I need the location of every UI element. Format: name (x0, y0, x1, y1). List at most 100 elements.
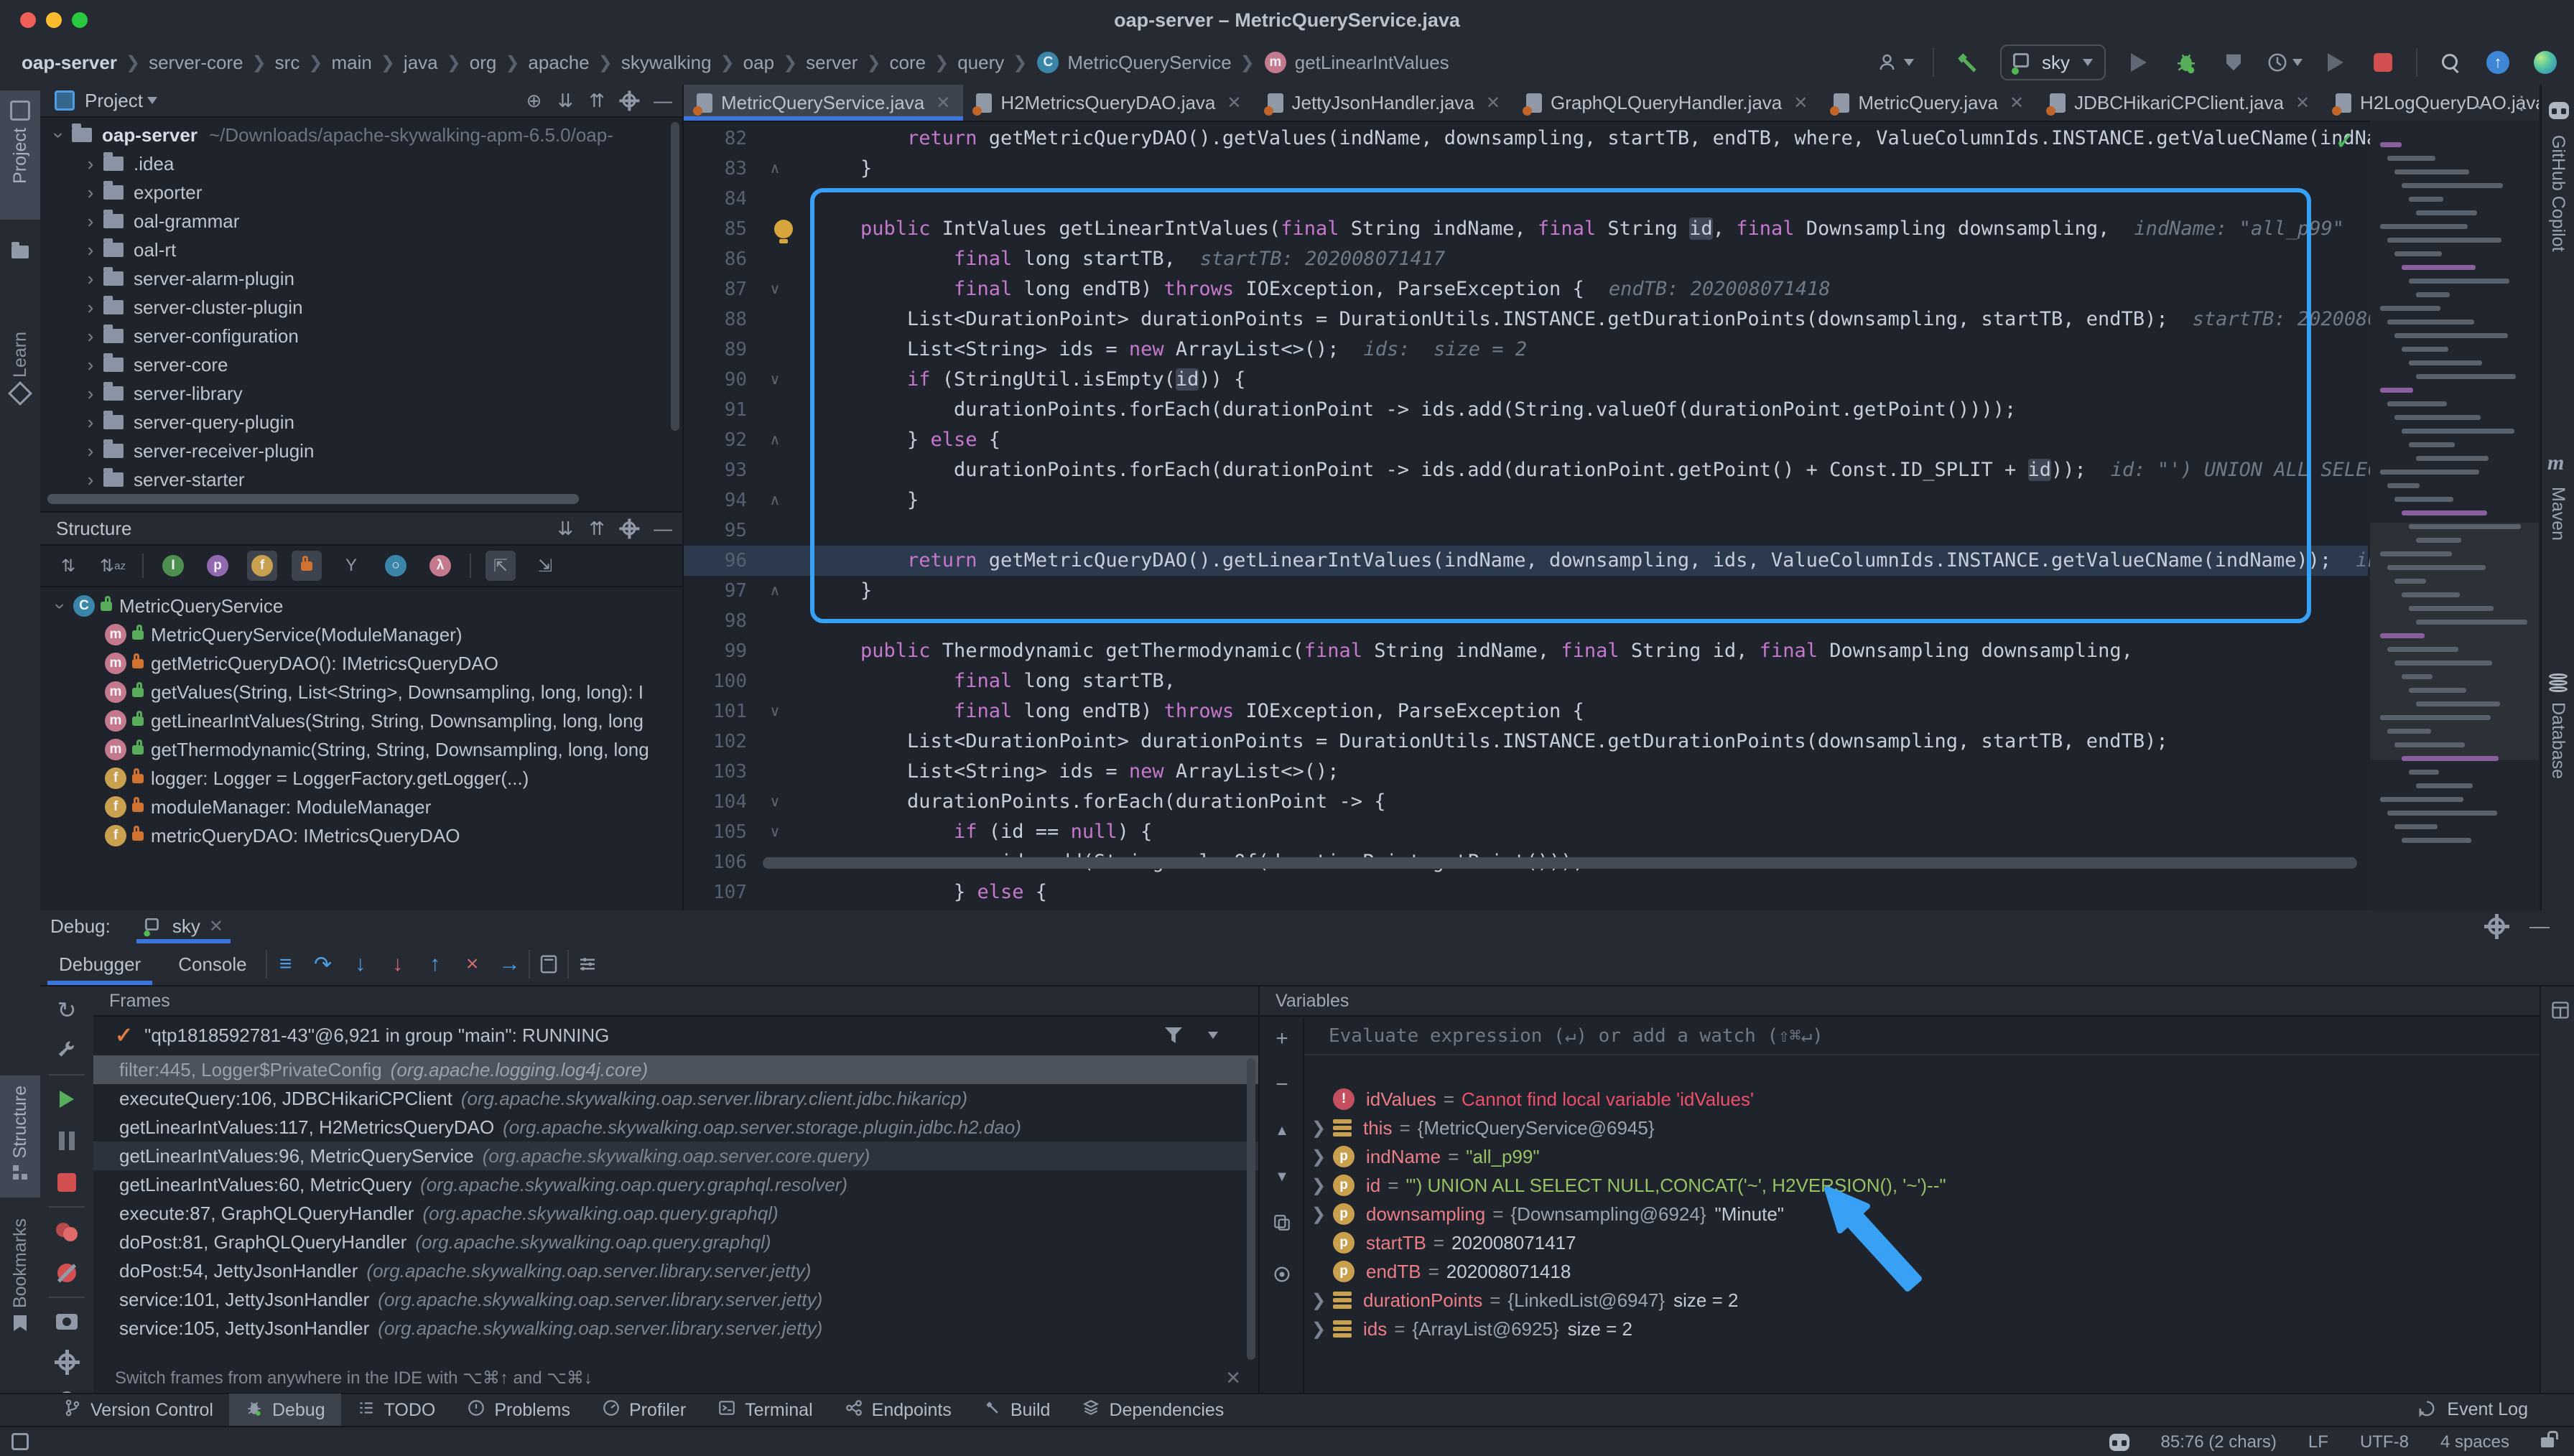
move-up-icon[interactable]: ▲ (1270, 1119, 1294, 1143)
force-step-into-icon[interactable]: ↓ (379, 948, 417, 981)
locate-file-icon[interactable]: ⊕ (526, 90, 542, 112)
copilot-status-icon[interactable] (2109, 1434, 2129, 1451)
chevron-right-icon[interactable]: › (82, 153, 99, 175)
fold-marker[interactable]: ∧ (764, 154, 786, 184)
editor-tab[interactable]: GraphQLQueryHandler.java✕ (1513, 85, 1821, 121)
code-line[interactable]: } (814, 576, 872, 606)
tab-debugger[interactable]: Debugger (40, 943, 159, 985)
line-number[interactable]: 92 (684, 425, 747, 455)
editor-tab[interactable]: MetricQueryService.java✕ (684, 85, 963, 121)
line-number[interactable]: 93 (684, 455, 747, 485)
run-configuration-select[interactable]: sky (2000, 45, 2106, 80)
show-execution-point-icon[interactable]: ≡ (267, 948, 305, 981)
restore-layout-icon[interactable] (2544, 994, 2574, 1027)
tab-console[interactable]: Console (159, 943, 265, 985)
breadcrumb-item[interactable]: main (331, 52, 371, 74)
line-number[interactable]: 88 (684, 304, 747, 335)
tree-row-folder[interactable]: ›.idea (40, 149, 684, 178)
rerun-button[interactable] (2321, 47, 2350, 78)
gear-icon[interactable] (2488, 918, 2505, 935)
sort-alphabetically-icon[interactable]: ⇅az (98, 551, 128, 581)
chevron-down-icon[interactable] (147, 97, 157, 104)
variable-row-downsampling[interactable]: ❯pdownsampling={Downsampling@6924}"Minut… (1304, 1200, 2540, 1228)
line-number[interactable]: 105 (684, 817, 747, 847)
line-number[interactable]: 83 (684, 154, 747, 184)
close-icon[interactable]: ✕ (209, 916, 223, 937)
step-into-icon[interactable]: ↓ (342, 948, 379, 981)
bottom-bar-item-dependencies[interactable]: Dependencies (1066, 1394, 1240, 1427)
variable-row-id[interactable]: ❯pid="') UNION ALL SELECT NULL,CONCAT('~… (1304, 1171, 2540, 1200)
frame-row[interactable]: service:101, JettyJsonHandler(org.apache… (93, 1285, 1258, 1314)
close-icon[interactable]: ✕ (1486, 93, 1500, 113)
chevron-right-icon[interactable]: › (82, 182, 99, 204)
users-icon[interactable] (1878, 47, 1914, 78)
step-over-icon[interactable]: ↷ (305, 948, 342, 981)
chevron-right-icon[interactable]: › (82, 268, 99, 290)
debug-settings-icon[interactable] (50, 1345, 83, 1378)
line-number[interactable]: 104 (684, 787, 747, 817)
debug-session-tab[interactable]: sky ✕ (136, 910, 231, 942)
tree-row-folder[interactable]: ›oal-grammar (40, 207, 684, 235)
breadcrumb-item[interactable]: src (275, 52, 300, 74)
fold-marker[interactable]: ∧ (764, 576, 786, 606)
structure-member[interactable]: mgetMetricQueryDAO(): IMetricsQueryDAO (40, 649, 684, 678)
line-number[interactable]: 86 (684, 244, 747, 274)
breadcrumb-item[interactable]: java (404, 52, 438, 74)
hide-panel-icon[interactable]: — (2529, 915, 2550, 938)
line-number[interactable]: 98 (684, 606, 747, 636)
line-number[interactable]: 91 (684, 395, 747, 425)
bottom-bar-item-debug[interactable]: Debug (229, 1394, 341, 1427)
resume-icon[interactable] (50, 1083, 83, 1116)
gradle-sphere-icon[interactable] (2531, 47, 2560, 78)
fold-marker[interactable]: ∨ (764, 696, 786, 727)
variable-row-this[interactable]: ❯this={MetricQueryService@6945} (1304, 1114, 2540, 1142)
line-number[interactable]: 85 (684, 214, 747, 244)
sidebar-item-bookmarks[interactable]: Bookmarks (0, 1208, 40, 1345)
show-anonymous-icon[interactable]: Y (336, 551, 366, 581)
line-number[interactable]: 90 (684, 365, 747, 395)
close-icon[interactable]: ✕ (1225, 1367, 1241, 1389)
show-inherited-icon[interactable]: I (158, 551, 188, 581)
chevron-down-icon[interactable]: ⌄ (2472, 92, 2488, 114)
maven-icon[interactable]: m (2547, 451, 2564, 475)
gear-icon[interactable] (622, 93, 636, 107)
chevron-right-icon[interactable]: ❯ (1304, 1175, 1333, 1196)
code-line[interactable]: final long endTB) throws IOException, Pa… (814, 696, 1584, 727)
code-line[interactable]: if (StringUtil.isEmpty(id)) { (814, 365, 1245, 395)
stop-button[interactable] (2369, 47, 2397, 78)
thread-selector[interactable]: ✓ "qtp1818592781-43"@6,921 in group "mai… (93, 1018, 1258, 1053)
line-number[interactable]: 89 (684, 335, 747, 365)
indent-setting[interactable]: 4 spaces (2440, 1432, 2509, 1452)
line-number[interactable]: 97 (684, 576, 747, 606)
hide-panel-icon[interactable]: — (654, 90, 672, 112)
bottom-bar-item-terminal[interactable]: Terminal (702, 1394, 828, 1427)
fold-marker[interactable]: ∧ (764, 485, 786, 515)
tree-row-folder[interactable]: ›server-query-plugin (40, 408, 684, 437)
minimap[interactable] (2370, 121, 2539, 910)
frame-row[interactable]: getLinearIntValues:96, MetricQueryServic… (93, 1142, 1258, 1170)
coverage-button[interactable] (2219, 47, 2248, 78)
project-panel-title[interactable]: Project (85, 90, 143, 112)
frame-row[interactable]: getLinearIntValues:60, MetricQuery(org.a… (93, 1170, 1258, 1199)
chevron-right-icon[interactable]: › (82, 383, 99, 405)
caret-position[interactable]: 85:76 (2 chars) (2161, 1432, 2277, 1452)
breadcrumb-item[interactable]: oap (743, 52, 774, 74)
step-out-icon[interactable]: ↑ (417, 948, 454, 981)
view-breakpoints-icon[interactable] (50, 1215, 83, 1248)
tree-row-folder[interactable]: ›server-receiver-plugin (40, 437, 684, 465)
show-properties-icon[interactable]: p (203, 551, 233, 581)
intention-bulb-icon[interactable] (774, 220, 793, 238)
breadcrumb-item[interactable]: org (470, 52, 497, 74)
breadcrumb-method[interactable]: getLinearIntValues (1295, 52, 1449, 74)
variable-row-indName[interactable]: ❯pindName="all_p99" (1304, 1142, 2540, 1171)
run-button[interactable] (2124, 47, 2153, 78)
line-number[interactable]: 100 (684, 666, 747, 696)
line-number[interactable]: 106 (684, 847, 747, 877)
collapse-all-icon[interactable]: ⇈ (589, 90, 605, 112)
autoscroll-to-source-icon[interactable]: ⇱ (485, 551, 516, 581)
chevron-right-icon[interactable]: ❯ (1304, 1204, 1333, 1225)
evaluate-expression-input[interactable]: Evaluate expression (↵) or add a watch (… (1304, 1018, 2540, 1055)
frame-row[interactable]: doPost:54, JettyJsonHandler(org.apache.s… (93, 1256, 1258, 1285)
structure-member[interactable]: mgetThermodynamic(String, String, Downsa… (40, 735, 684, 764)
code-line[interactable]: List<DurationPoint> durationPoints = Dur… (814, 304, 2438, 335)
